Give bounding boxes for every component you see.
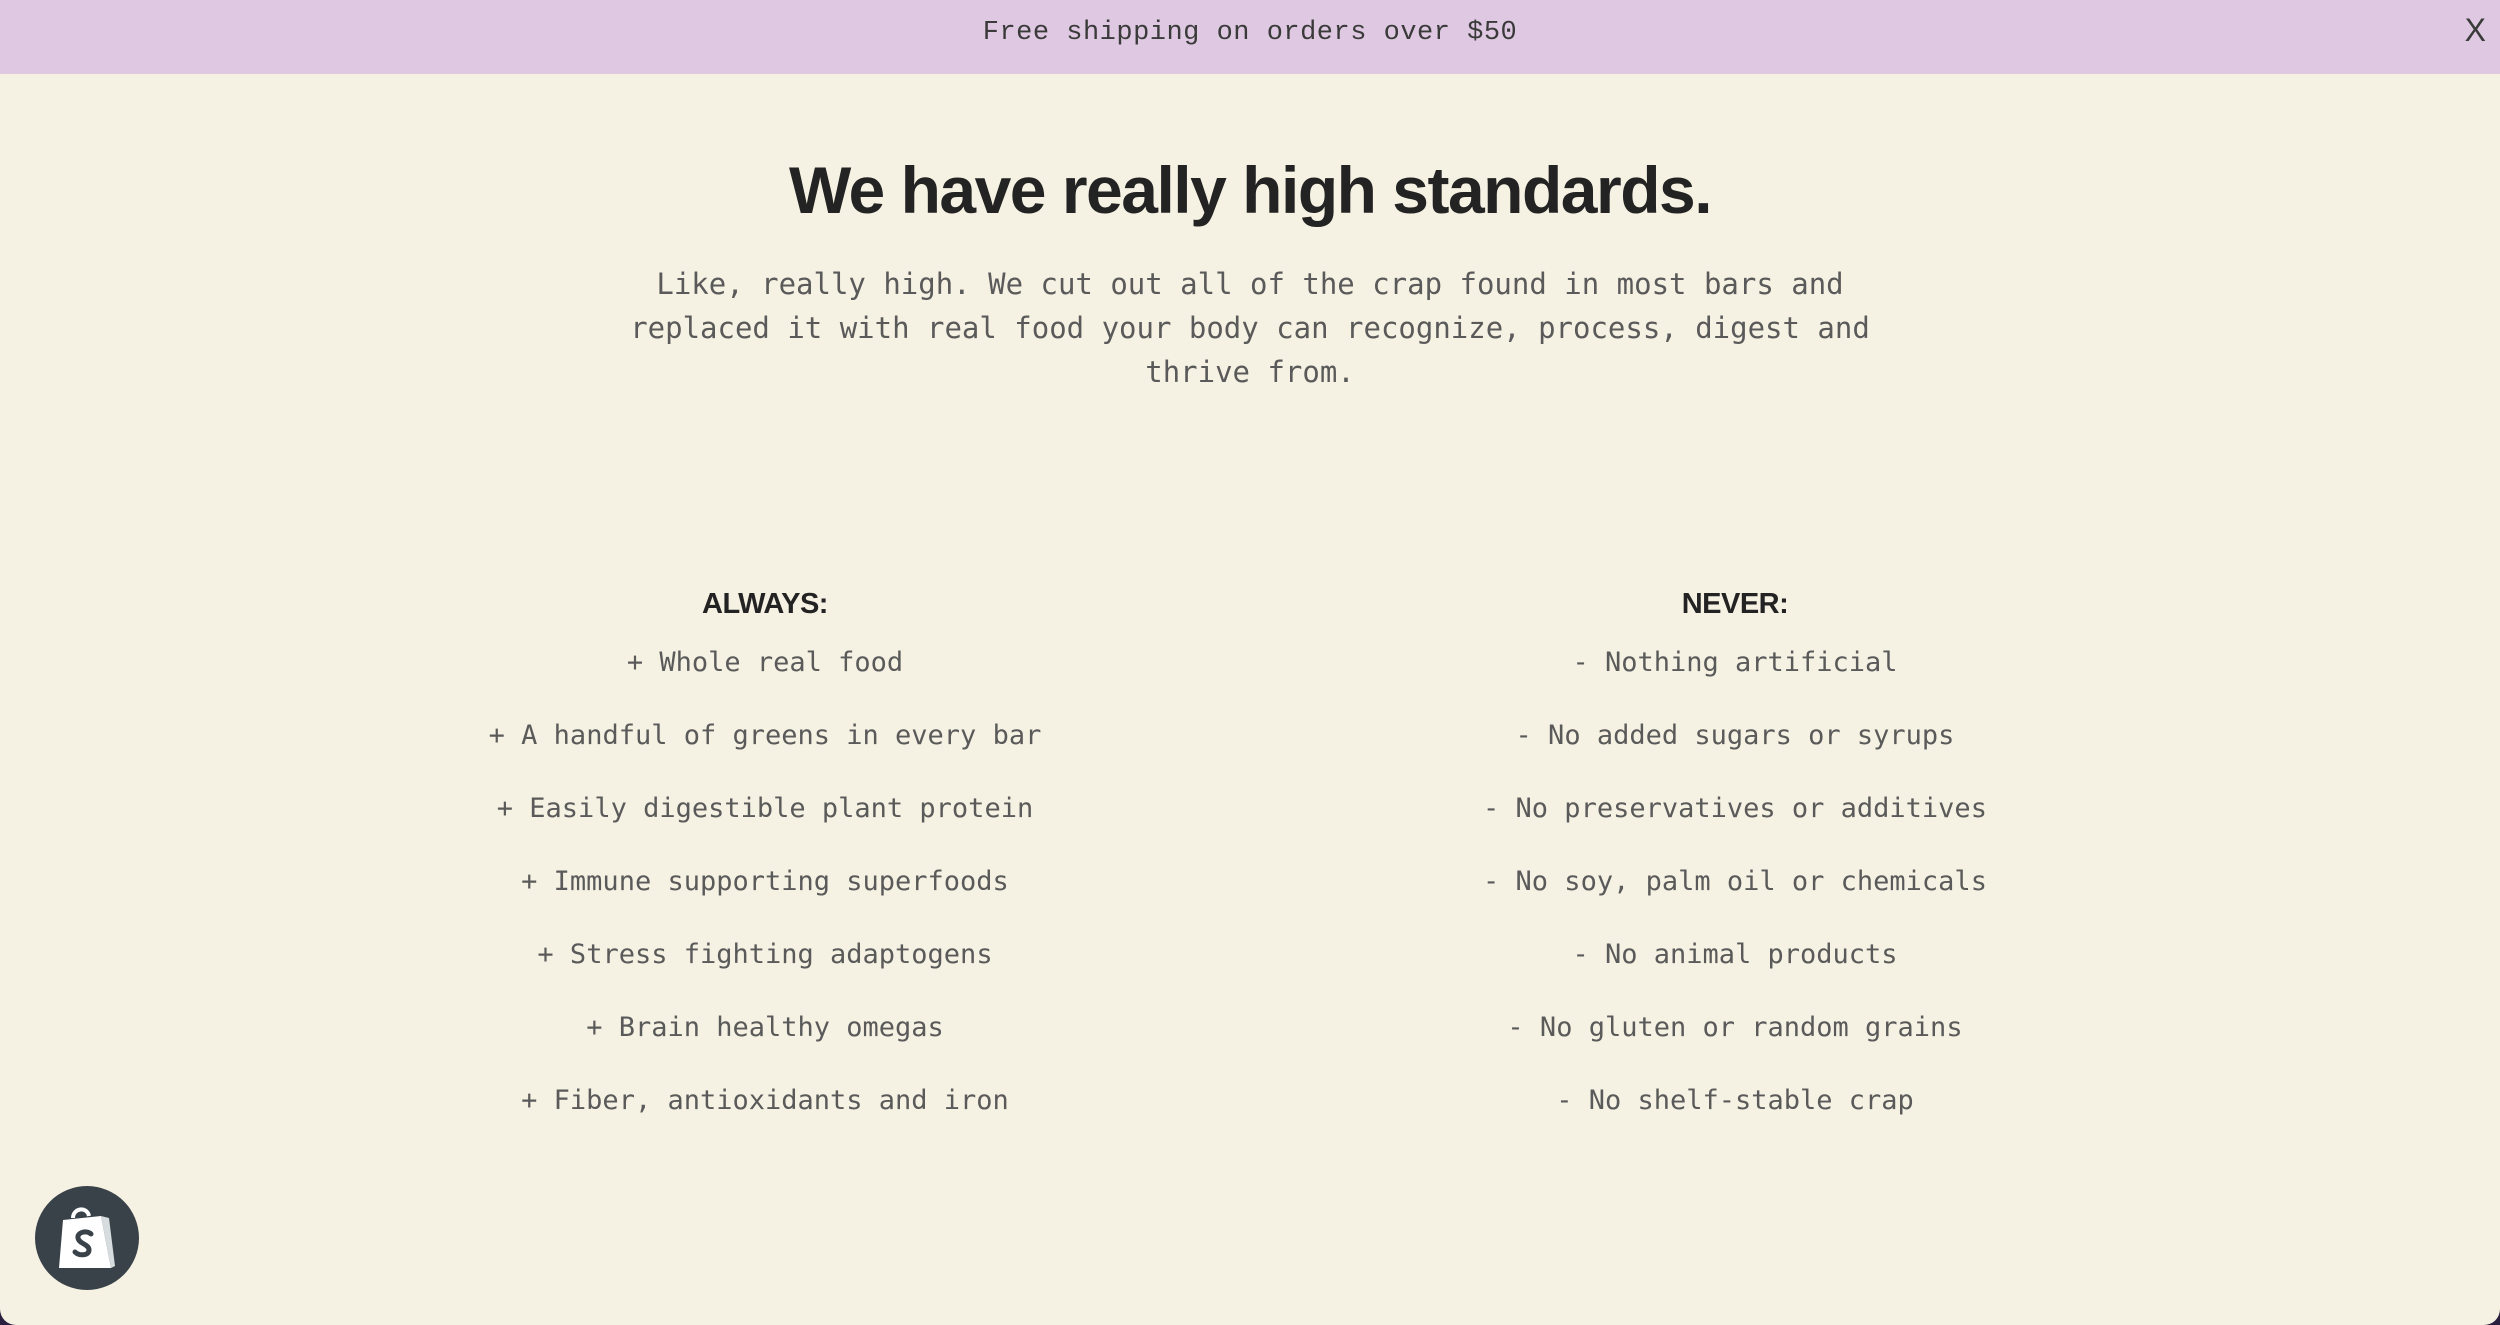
close-icon[interactable]: X: [2465, 14, 2486, 46]
never-item: - Nothing artificial: [1572, 647, 1898, 678]
never-item: - No gluten or random grains: [1507, 1012, 1963, 1043]
always-item: + Stress fighting adaptogens: [537, 939, 993, 970]
shopify-chat-button[interactable]: [35, 1186, 139, 1290]
announcement-bar: Free shipping on orders over $50 X: [0, 0, 2500, 74]
always-heading: ALWAYS:: [702, 588, 828, 620]
never-list: - Nothing artificial - No added sugars o…: [1375, 642, 2095, 1153]
always-item: + Whole real food: [626, 647, 904, 678]
always-list: + Whole real food + A handful of greens …: [405, 642, 1125, 1153]
always-item: + Easily digestible plant protein: [496, 793, 1034, 824]
shopify-bag-icon: [59, 1207, 115, 1268]
never-item: - No animal products: [1572, 939, 1898, 970]
never-item: - No soy, palm oil or chemicals: [1483, 866, 1987, 897]
intro-paragraph: Like, really high. We cut out all of the…: [630, 267, 1870, 389]
page: Free shipping on orders over $50 X We ha…: [0, 0, 2500, 1325]
announcement-text: Free shipping on orders over $50: [982, 18, 1518, 48]
always-item: + Immune supporting superfoods: [521, 866, 1009, 897]
always-column: ALWAYS: + Whole real food + A handful of…: [405, 582, 1125, 1153]
always-item: + A handful of greens in every bar: [488, 720, 1042, 751]
never-item: - No added sugars or syrups: [1515, 720, 1955, 751]
never-column: NEVER: - Nothing artificial - No added s…: [1375, 582, 2095, 1153]
page-title: We have really high standards.: [788, 153, 1713, 227]
never-heading: NEVER:: [1681, 588, 1789, 620]
never-item: - No shelf-stable crap: [1556, 1085, 1914, 1116]
never-item: - No preservatives or additives: [1483, 793, 1987, 824]
always-item: + Brain healthy omegas: [586, 1012, 944, 1043]
always-item: + Fiber, antioxidants and iron: [521, 1085, 1009, 1116]
